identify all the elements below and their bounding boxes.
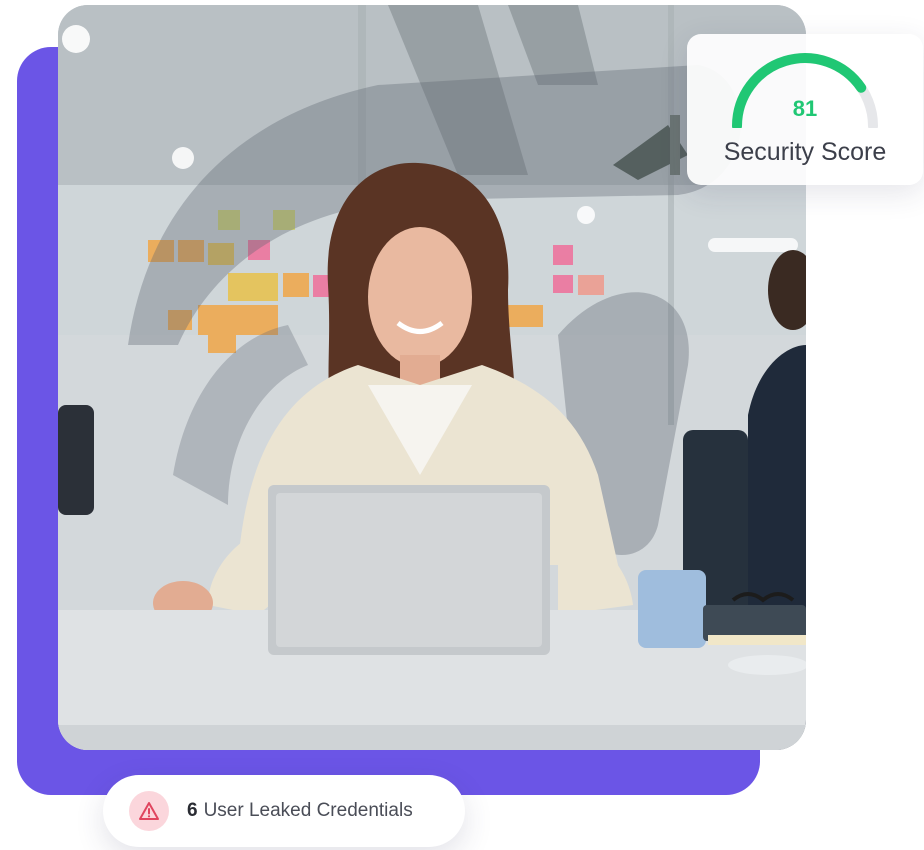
security-score-card: 81 Security Score [687,34,923,185]
leak-count: 6 [187,800,198,821]
alert-badge [129,791,169,831]
score-value: 81 [792,96,818,121]
warning-triangle-icon [139,802,159,820]
leak-label: User Leaked Credentials [203,800,413,821]
hero-visual: 81 Security Score 6 User Leaked Credentia… [0,0,924,850]
leaked-credentials-alert[interactable]: 6 User Leaked Credentials [103,775,465,847]
score-label: Security Score [723,138,887,166]
leak-text: 6 User Leaked Credentials [187,800,413,822]
